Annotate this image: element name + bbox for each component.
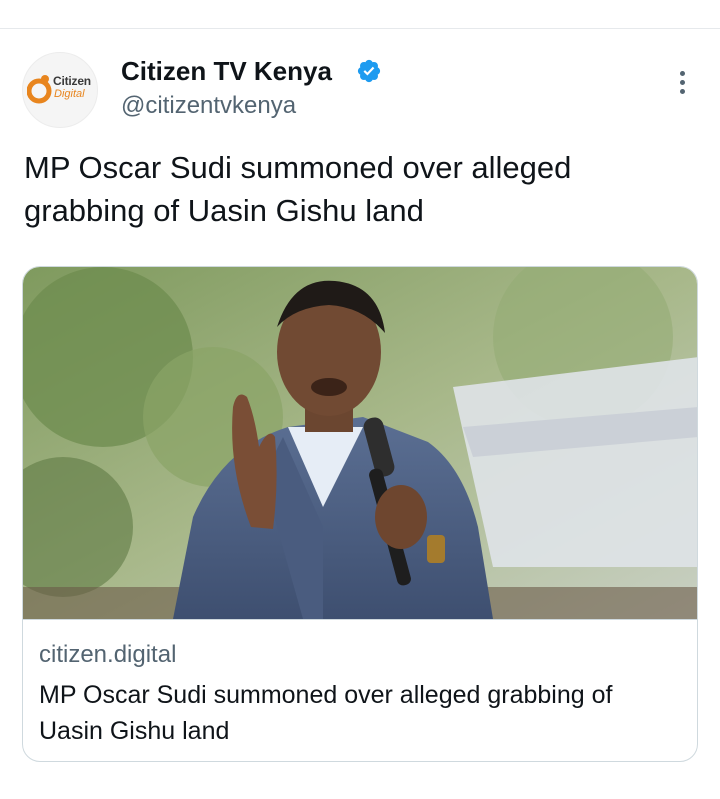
- verified-badge-icon: [357, 59, 381, 83]
- logo-text-bottom: Digital: [54, 88, 85, 100]
- citizen-logo-icon: [27, 75, 52, 104]
- card-domain: citizen.digital: [39, 641, 177, 668]
- article-photo[interactable]: [23, 267, 698, 619]
- author-handle[interactable]: @citizentvkenya: [121, 92, 296, 120]
- citizen-digital-logo: Citizen Digital: [27, 70, 93, 110]
- logo-text-top: Citizen: [53, 74, 91, 88]
- author-name[interactable]: Citizen TV Kenya: [121, 56, 332, 87]
- card-divider: [23, 619, 697, 620]
- more-options-icon[interactable]: [668, 64, 696, 100]
- link-card[interactable]: citizen.digital MP Oscar Sudi summoned o…: [22, 266, 698, 762]
- top-divider: [0, 28, 720, 29]
- tweet-text: MP Oscar Sudi summoned over alleged grab…: [24, 150, 572, 228]
- avatar[interactable]: Citizen Digital: [22, 52, 98, 128]
- card-title: MP Oscar Sudi summoned over alleged grab…: [39, 681, 613, 745]
